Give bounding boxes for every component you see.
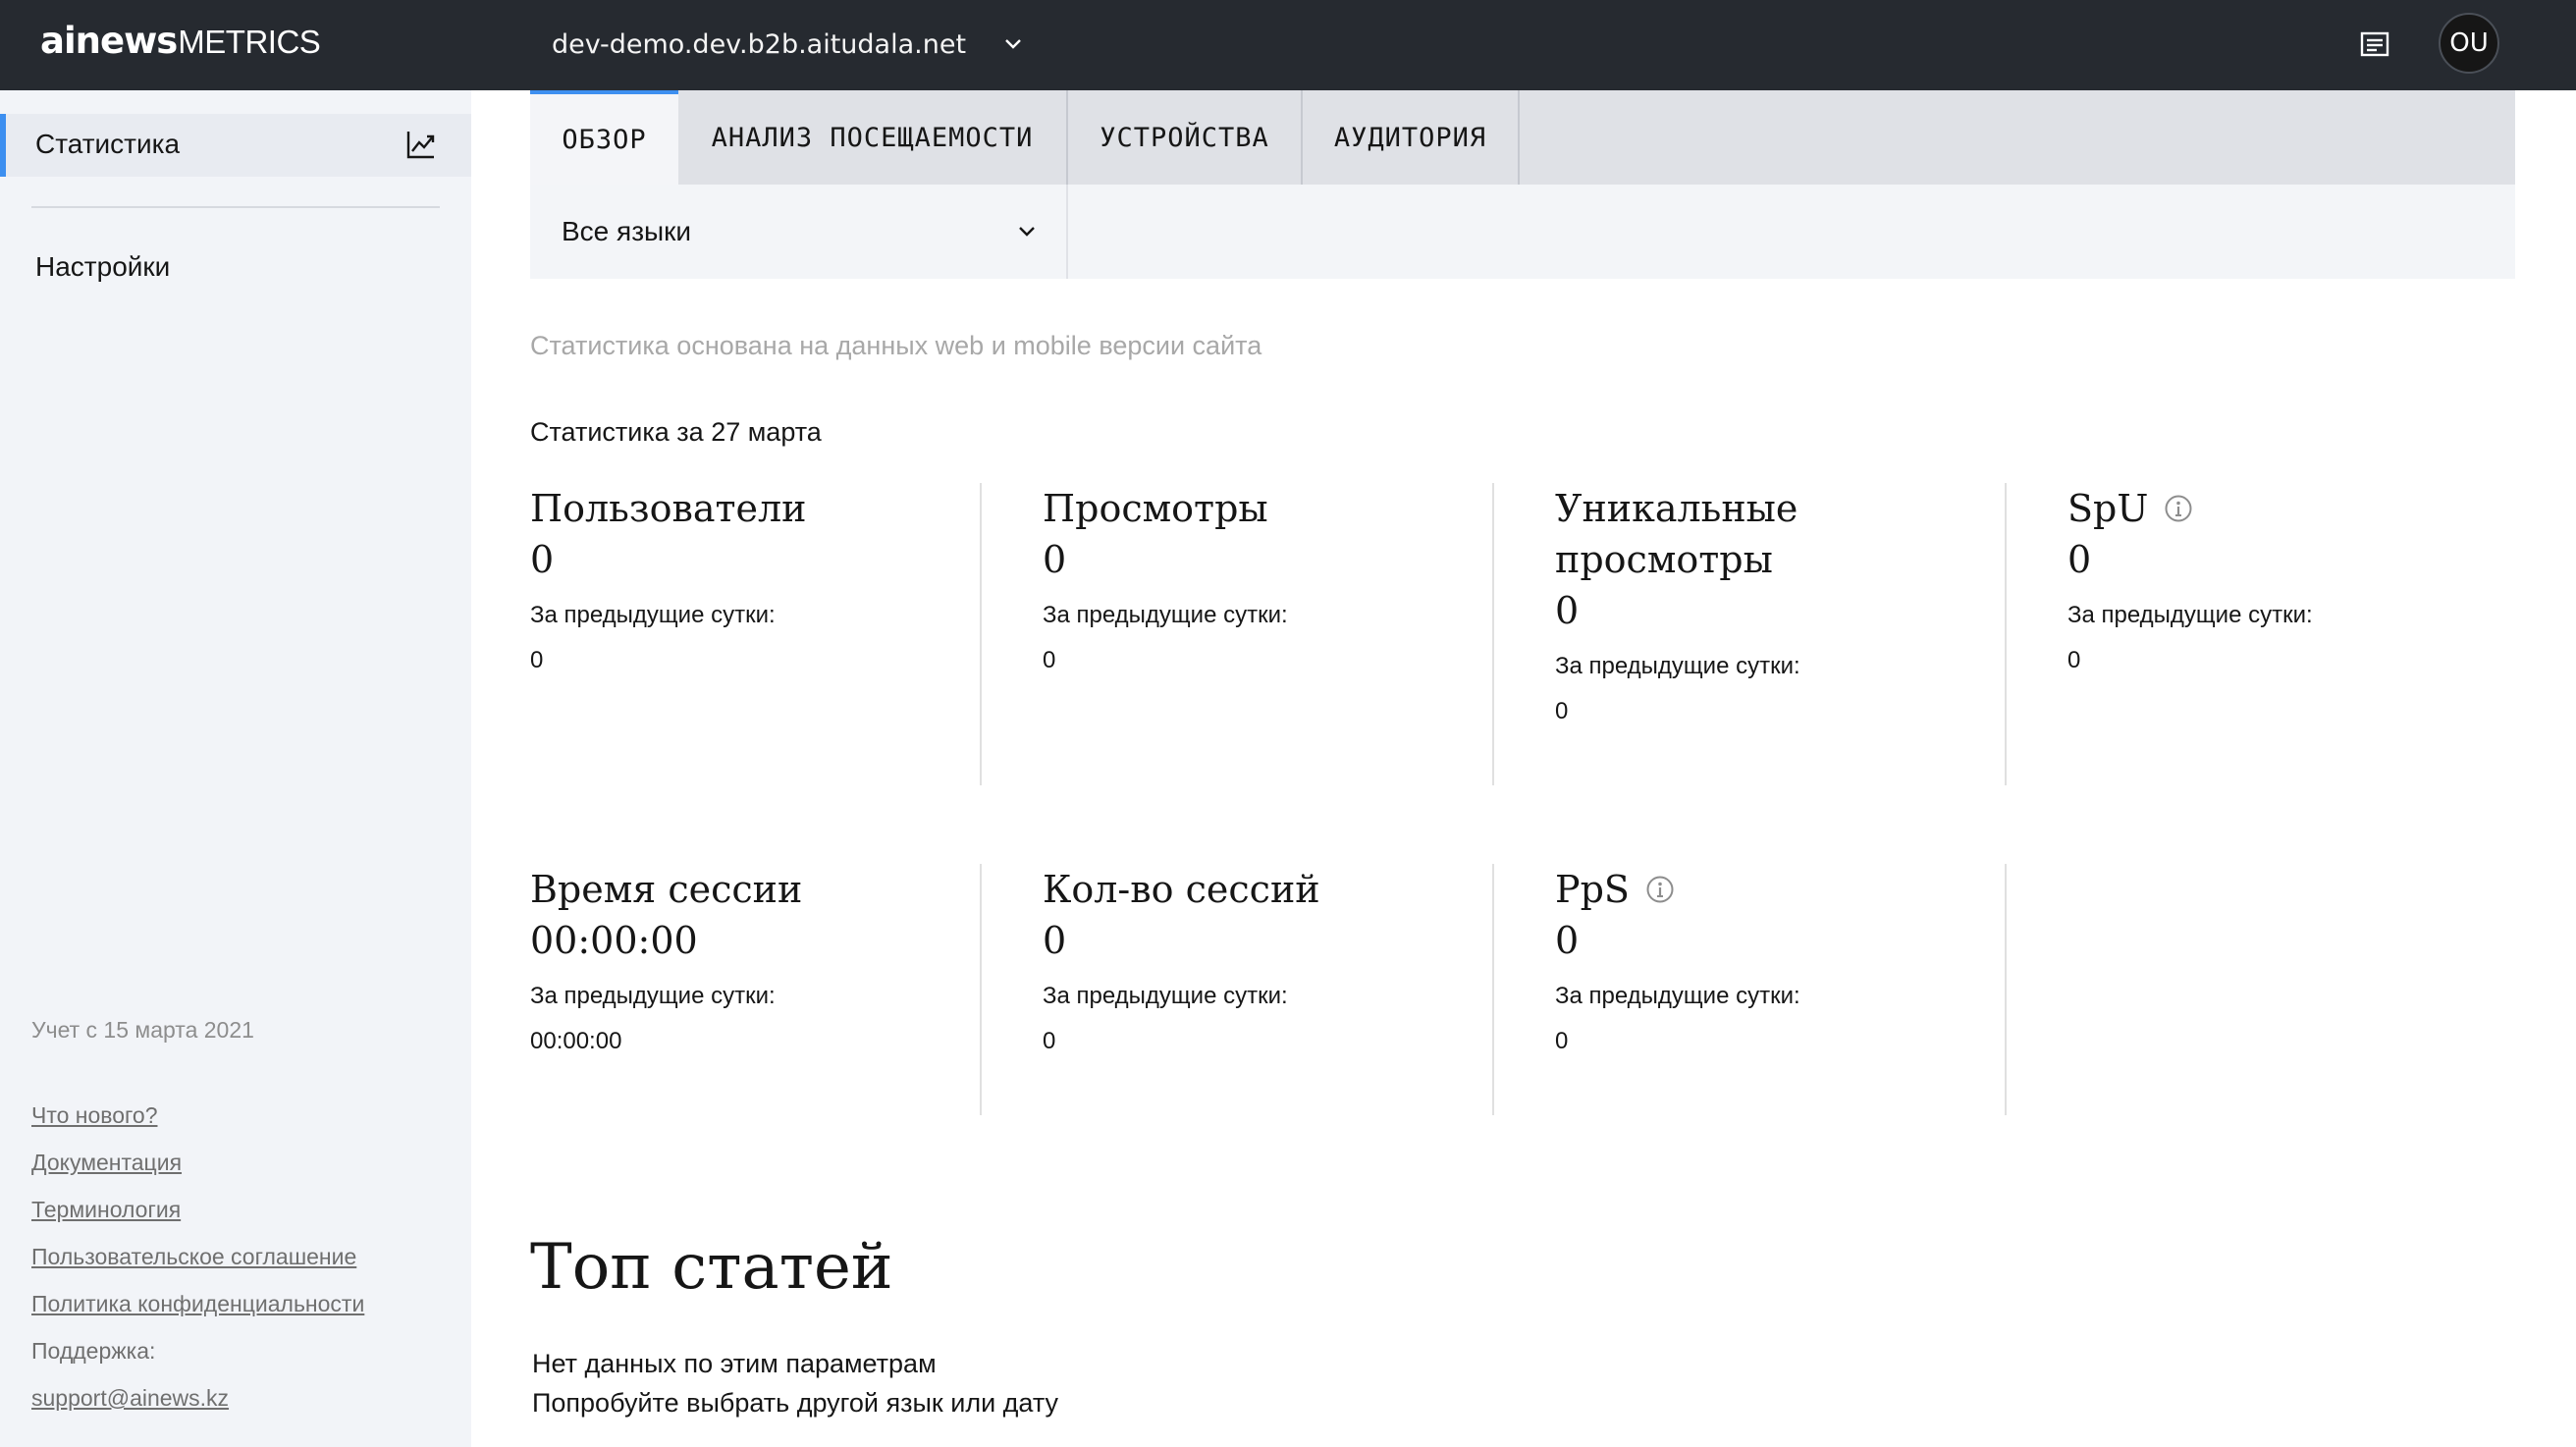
stats-date-title: Статистика за 27 марта — [530, 417, 822, 447]
empty-state-hint: Попробуйте выбрать другой язык или дату — [532, 1388, 1059, 1418]
sidebar: Статистика Настройки Учет с 15 марта 202… — [0, 90, 471, 1447]
metric-card-session-time: Время сессии 00:00:00 За предыдущие сутк… — [530, 864, 1043, 1056]
link-terminology[interactable]: Терминология — [31, 1186, 364, 1233]
metric-prev-value: 0 — [1555, 698, 1569, 724]
sidebar-divider — [31, 206, 440, 208]
top-bar: ainews METRICS dev-demo.dev.b2b.aitudala… — [0, 0, 2576, 90]
metric-divider — [1492, 483, 1494, 785]
metric-prev-label: За предыдущие сутки: — [1043, 602, 1288, 628]
sidebar-item-settings[interactable]: Настройки — [35, 251, 170, 283]
link-user-agreement[interactable]: Пользовательское соглашение — [31, 1233, 364, 1280]
metric-divider — [980, 483, 982, 785]
metric-value: 0 — [1043, 538, 1067, 581]
metric-title: SpU — [2067, 487, 2149, 530]
tracking-since: Учет с 15 марта 2021 — [31, 1017, 254, 1043]
metric-title: Просмотры — [1043, 487, 1268, 530]
sidebar-item-label: Статистика — [35, 129, 181, 159]
metric-prev-value: 0 — [1555, 1028, 1569, 1054]
metric-prev-value: 0 — [1043, 1028, 1056, 1054]
metric-prev-label: За предыдущие сутки: — [1043, 983, 1288, 1009]
tab-traffic-analysis[interactable]: АНАЛИЗ ПОСЕЩАЕМОСТИ — [678, 90, 1068, 185]
tab-bar: ОБЗОР АНАЛИЗ ПОСЕЩАЕМОСТИ УСТРОЙСТВА АУД… — [530, 90, 2515, 185]
chart-line-icon — [406, 132, 435, 159]
metric-title: Уникальные просмотры — [1555, 487, 1798, 581]
logo-main-text: ainews — [40, 20, 178, 62]
metric-prev-label: За предыдущие сутки: — [530, 602, 776, 628]
chevron-down-icon — [1019, 227, 1035, 237]
metric-card-views: Просмотры 0 За предыдущие сутки: 0 — [1043, 483, 1555, 675]
chevron-down-icon — [1005, 39, 1021, 49]
sidebar-item-statistics[interactable]: Статистика — [0, 114, 471, 177]
metric-value: 0 — [1043, 919, 1067, 962]
language-select-value: Все языки — [562, 216, 692, 246]
metric-prev-label: За предыдущие сутки: — [530, 983, 776, 1009]
metric-prev-value: 0 — [2067, 647, 2081, 673]
metric-divider — [1492, 864, 1494, 1115]
link-documentation[interactable]: Документация — [31, 1139, 364, 1186]
metric-divider — [980, 864, 982, 1115]
metric-card-sessions-count: Кол-во сессий 0 За предыдущие сутки: 0 — [1043, 864, 1555, 1056]
metric-prev-label: За предыдущие сутки: — [2067, 602, 2313, 628]
filter-bar: Все языки — [530, 185, 2515, 279]
tab-devices[interactable]: УСТРОЙСТВА — [1068, 90, 1303, 185]
site-name: dev-demo.dev.b2b.aitudala.net — [552, 28, 967, 60]
footer-links: Что нового? Документация Терминология По… — [31, 1092, 364, 1421]
metric-divider — [2005, 483, 2007, 785]
metric-title-row: SpU — [2067, 483, 2515, 534]
metric-value: 00:00:00 — [530, 919, 698, 962]
metric-card-unique-views: Уникальные просмотры 0 За предыдущие сут… — [1555, 483, 1928, 726]
language-select[interactable]: Все языки — [530, 185, 1068, 279]
info-icon[interactable] — [1645, 875, 1675, 904]
support-label: Поддержка: — [31, 1338, 156, 1364]
data-source-note: Статистика основана на данных web и mobi… — [530, 331, 1262, 360]
metric-divider — [2005, 864, 2007, 1115]
support-line: Поддержка: support@ainews.kz — [31, 1327, 364, 1421]
metric-prev-label: За предыдущие сутки: — [1555, 653, 1800, 679]
metric-prev-label: За предыдущие сутки: — [1555, 983, 1800, 1009]
top-articles-title: Топ статей — [530, 1231, 893, 1304]
user-avatar[interactable]: OU — [2439, 13, 2499, 74]
metric-value: 0 — [1555, 919, 1580, 962]
tab-overview[interactable]: ОБЗОР — [530, 90, 678, 185]
logo-sub-text: METRICS — [178, 24, 321, 60]
metric-value: 0 — [530, 538, 555, 581]
metric-prev-value: 00:00:00 — [530, 1028, 622, 1054]
news-feed-icon[interactable] — [2358, 27, 2391, 61]
link-whats-new[interactable]: Что нового? — [31, 1092, 364, 1139]
metric-value: 0 — [2067, 538, 2092, 581]
metric-prev-value: 0 — [530, 647, 544, 673]
link-privacy-policy[interactable]: Политика конфиденциальности — [31, 1280, 364, 1327]
support-email-link[interactable]: support@ainews.kz — [31, 1374, 364, 1421]
empty-state-message: Нет данных по этим параметрам — [532, 1349, 937, 1378]
metric-title: Время сессии — [530, 868, 803, 911]
metric-title: Кол-во сессий — [1043, 868, 1320, 911]
metric-value: 0 — [1555, 589, 1580, 632]
metric-card-users: Пользователи 0 За предыдущие сутки: 0 — [530, 483, 1043, 675]
site-selector[interactable]: dev-demo.dev.b2b.aitudala.net — [552, 22, 1025, 67]
info-icon[interactable] — [2164, 494, 2193, 523]
metric-title-row: PpS — [1555, 864, 2067, 915]
metric-title: PpS — [1555, 868, 1630, 911]
metric-card-spu: SpU 0 За предыдущие сутки: 0 — [2067, 483, 2515, 675]
metric-prev-value: 0 — [1043, 647, 1056, 673]
tab-audience[interactable]: АУДИТОРИЯ — [1303, 90, 1520, 185]
ainews-logo[interactable]: ainews METRICS — [40, 20, 321, 69]
metric-title: Пользователи — [530, 487, 807, 530]
metric-card-pps: PpS 0 За предыдущие сутки: 0 — [1555, 864, 2067, 1056]
